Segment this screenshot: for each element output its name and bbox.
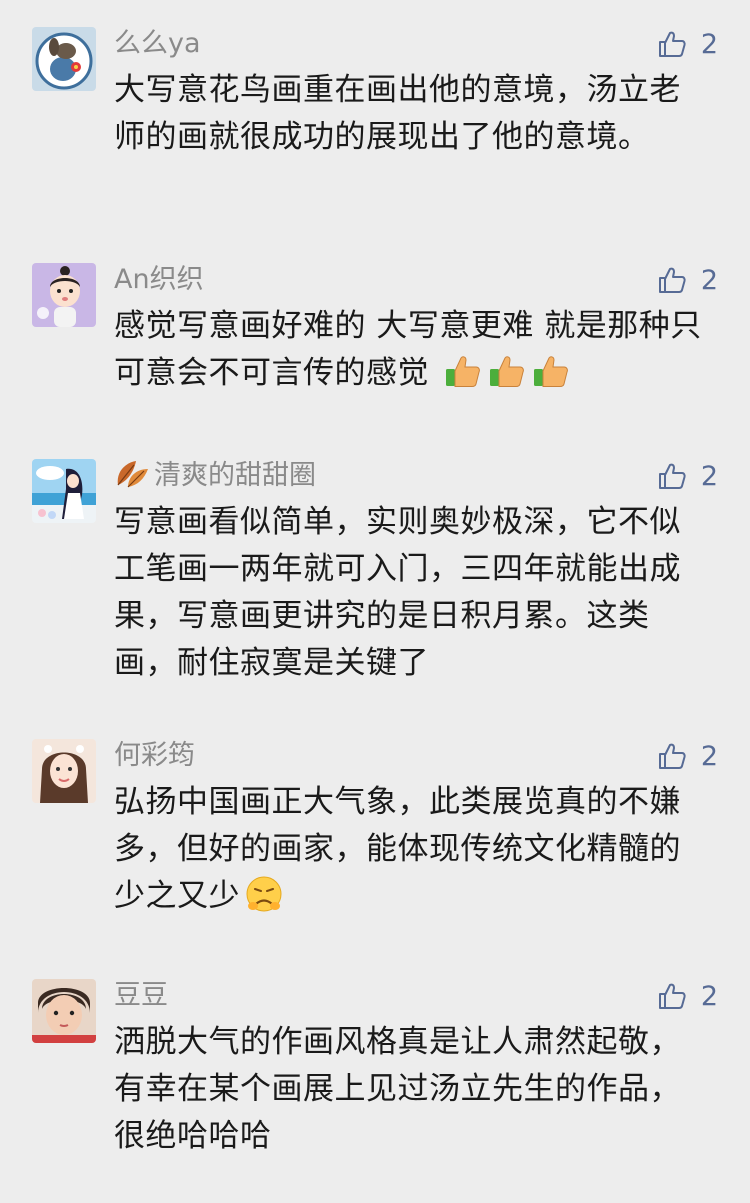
like-count: 2 <box>700 980 718 1012</box>
thumbs-up-icon <box>658 267 686 293</box>
avatar[interactable] <box>32 459 96 523</box>
child-portrait-avatar-icon <box>32 979 96 1043</box>
like-button[interactable]: 2 <box>657 459 718 493</box>
comment-content: 弘扬中国画正大气象，此类展览真的不嫌多，但好的画家，能体现传统文化精髓的少之又少 <box>114 779 704 928</box>
like-button[interactable]: 2 <box>657 739 718 773</box>
thumbs-up-icon <box>658 31 686 57</box>
like-button[interactable]: 2 <box>657 27 718 61</box>
thumbs-up-emoji-icon <box>443 351 483 405</box>
woman-portrait-avatar-icon <box>32 739 96 803</box>
like-count: 2 <box>700 264 718 296</box>
nickname-text: 清爽的甜甜圈 <box>154 460 316 491</box>
avatar[interactable] <box>32 979 96 1043</box>
cartoon-dog-avatar-icon <box>32 27 96 91</box>
autumn-leaves-icon <box>114 459 150 498</box>
thumbs-up-icon <box>658 743 686 769</box>
comment-nickname[interactable]: 豆豆 <box>114 979 168 1013</box>
like-button[interactable]: 2 <box>657 979 718 1013</box>
thumbs-up-icon <box>658 983 686 1009</box>
sad-face-emoji-icon <box>244 874 284 928</box>
avatar[interactable] <box>32 27 96 91</box>
like-count: 2 <box>700 460 718 492</box>
like-button[interactable]: 2 <box>657 263 718 297</box>
comment-text: 弘扬中国画正大气象，此类展览真的不嫌多，但好的画家，能体现传统文化精髓的少之又少 <box>114 784 681 914</box>
comment-nickname[interactable]: An织织 <box>114 263 204 297</box>
avatar[interactable] <box>32 739 96 803</box>
baby-girl-avatar-icon <box>32 263 96 327</box>
like-count: 2 <box>700 740 718 772</box>
comment-nickname[interactable]: 清爽的甜甜圈 <box>114 459 316 493</box>
comment-text: 感觉写意画好难的 大写意更难 就是那种只可意会不可言传的感觉 <box>114 308 702 391</box>
comment-list: 么么ya 2 大写意花鸟画重在画出他的意境，汤立老师的画就很成功的展现出了他的意… <box>0 0 750 1203</box>
thumbs-up-emoji-icon <box>531 351 571 405</box>
thumbs-up-icon <box>658 463 686 489</box>
comment-content: 大写意花鸟画重在画出他的意境，汤立老师的画就很成功的展现出了他的意境。 <box>114 72 681 155</box>
comment-nickname[interactable]: 么么ya <box>114 27 201 61</box>
comment-content: 感觉写意画好难的 大写意更难 就是那种只可意会不可言传的感觉 <box>114 303 704 405</box>
comment-content: 洒脱大气的作画风格真是让人肃然起敬，有幸在某个画展上见过汤立先生的作品，很绝哈哈… <box>114 1024 681 1154</box>
comment-nickname[interactable]: 何彩筠 <box>114 739 195 773</box>
thumbs-up-emoji-icon <box>487 351 527 405</box>
anime-girl-beach-avatar-icon <box>32 459 96 523</box>
like-count: 2 <box>700 28 718 60</box>
avatar[interactable] <box>32 263 96 327</box>
comment-content: 写意画看似简单，实则奥妙极深，它不似工笔画一两年就可入门，三四年就能出成果，写意… <box>114 504 681 681</box>
